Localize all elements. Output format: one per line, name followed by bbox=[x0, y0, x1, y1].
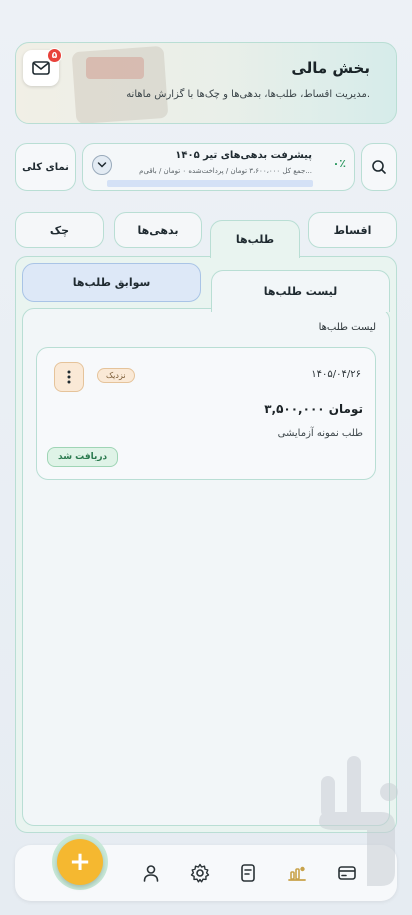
progress-percent: ۰٪ bbox=[332, 157, 346, 170]
watermark-logo-icon bbox=[319, 756, 398, 886]
receivables-list-container: لیست طلب‌ها ۱۴۰۵/۰۴/۲۶ نزدیک ۳,۵۰۰,۰۰۰ ت… bbox=[22, 308, 390, 826]
chevron-down-icon bbox=[97, 162, 107, 168]
expand-progress-button[interactable] bbox=[92, 155, 112, 175]
item-more-button[interactable] bbox=[54, 362, 84, 392]
gear-icon bbox=[190, 863, 210, 883]
status-badge: دریافت شد bbox=[47, 447, 119, 467]
wallet-illustration-strip bbox=[86, 57, 144, 79]
document-icon bbox=[241, 864, 255, 882]
page-subtitle: مدیریت اقساط، طلب‌ها، بدهی‌ها و چک‌ها با… bbox=[126, 89, 370, 100]
tab-installments[interactable]: اقساط bbox=[308, 212, 397, 248]
progress-bar bbox=[107, 180, 313, 187]
bar-chart-icon bbox=[288, 866, 306, 881]
debt-progress-card[interactable]: ۰٪ پیشرفت بدهی‌های تیر ۱۴۰۵ جمع کل ۳،۶۰۰… bbox=[82, 143, 355, 191]
nav-notes[interactable] bbox=[237, 862, 259, 884]
item-amount: ۳,۵۰۰,۰۰۰ تومان bbox=[264, 402, 363, 416]
notification-badge: ۵ bbox=[47, 48, 62, 63]
tab-receivables[interactable]: طلب‌ها bbox=[210, 220, 300, 258]
tab-debts[interactable]: بدهی‌ها bbox=[114, 212, 202, 248]
search-button[interactable] bbox=[361, 143, 397, 191]
plus-icon: + bbox=[57, 839, 103, 885]
list-item[interactable]: ۱۴۰۵/۰۴/۲۶ نزدیک ۳,۵۰۰,۰۰۰ تومان طلب نمو… bbox=[36, 347, 376, 480]
progress-title: پیشرفت بدهی‌های تیر ۱۴۰۵ bbox=[175, 150, 312, 161]
subtab-receivables-list[interactable]: لیست طلب‌ها bbox=[211, 270, 390, 312]
section-label: لیست طلب‌ها bbox=[318, 322, 376, 333]
page-title: بخش مالی bbox=[291, 59, 370, 77]
mail-icon bbox=[32, 61, 50, 75]
user-icon bbox=[143, 865, 159, 882]
add-button[interactable]: + bbox=[52, 834, 108, 890]
finance-header: بخش مالی مدیریت اقساط، طلب‌ها، بدهی‌ها و… bbox=[15, 42, 397, 124]
item-date: ۱۴۰۵/۰۴/۲۶ bbox=[311, 369, 361, 380]
progress-detail: جمع کل ۳،۶۰۰،۰۰۰ تومان / پرداخت‌شده ۰ تو… bbox=[139, 167, 312, 175]
search-icon bbox=[372, 160, 386, 174]
nav-profile[interactable] bbox=[140, 862, 162, 884]
item-description: طلب نمونه آزمایشی bbox=[277, 428, 363, 439]
nav-settings[interactable] bbox=[189, 862, 211, 884]
overview-button[interactable]: نمای کلی bbox=[15, 143, 76, 191]
tab-cheques[interactable]: چک bbox=[15, 212, 104, 248]
due-soon-badge: نزدیک bbox=[97, 368, 135, 383]
more-vertical-icon bbox=[67, 370, 71, 384]
subtab-receivables-history[interactable]: سوابق طلب‌ها bbox=[22, 263, 201, 302]
